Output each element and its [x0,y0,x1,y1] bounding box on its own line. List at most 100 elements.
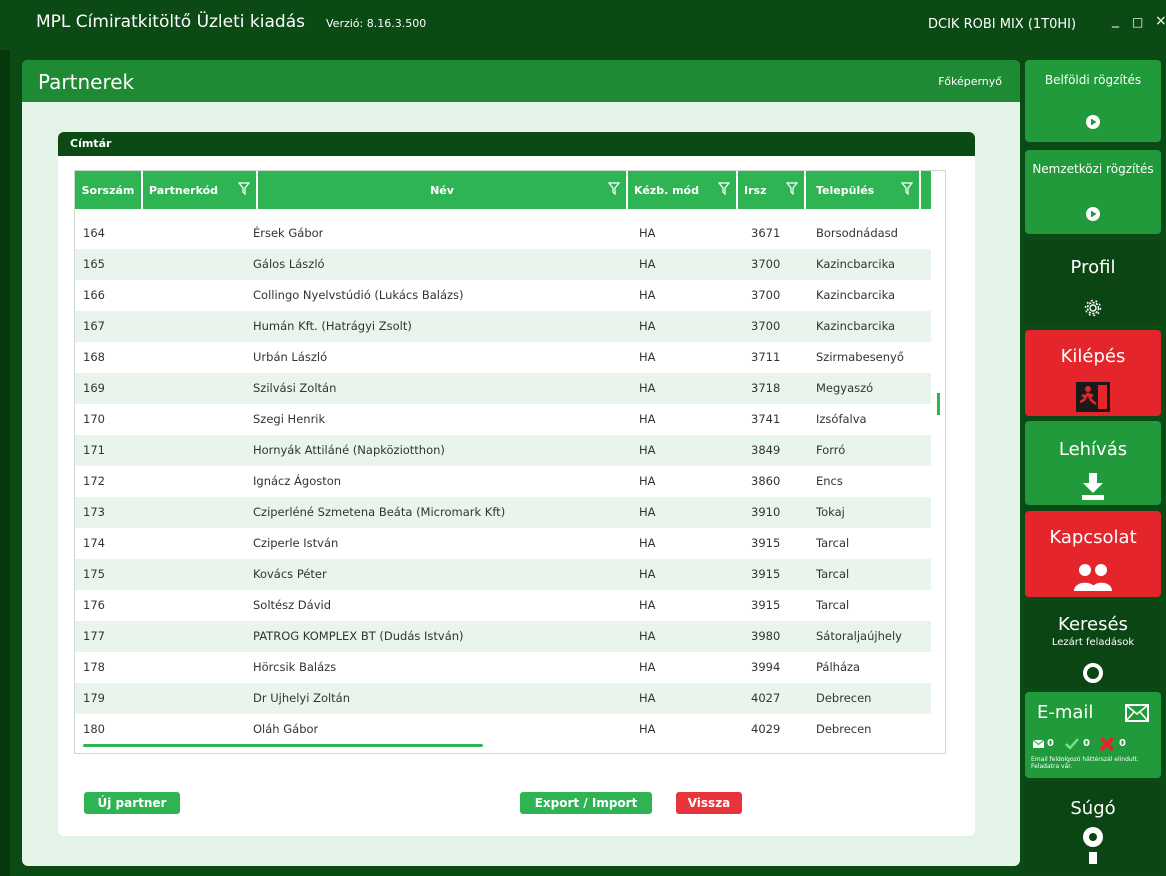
cell-irsz: 3599 [751,209,780,218]
title-bar: MPL Címiratkitöltő Üzleti kiadás Verzió:… [0,0,1166,50]
cell-kezb-mod: HA [639,412,656,426]
error-x-icon [1099,736,1115,752]
tile-label: Belföldi rögzítés [1044,73,1142,87]
cell-telepules: Tarcal [816,536,850,550]
exit-tile[interactable]: Kilépés [1025,330,1161,416]
cell-irsz: 3860 [751,474,781,488]
minimize-button[interactable]: _ [1112,12,1119,28]
new-partner-button[interactable]: Új partner [84,792,180,814]
exit-icon [1076,382,1110,412]
table-row[interactable]: 176Soltész DávidHA3915Tarcal39 [75,590,933,621]
table-row[interactable]: 163Varga CsabaHA3599Sajópüspöki35 [75,209,933,218]
cell-nev: Hörcsik Balázs [253,660,337,674]
cell-kezb-mod: HA [639,443,656,457]
cell-nev: Varga Csaba [253,209,325,218]
cell-telepules: Encs [816,474,843,488]
cell-irsz: 3915 [751,598,781,612]
table-row[interactable]: 168Urbán LászlóHA3711Szirmabesenyő37 [75,342,933,373]
cell-kezb-mod: HA [639,536,656,550]
cell-nev: Gálos László [253,257,325,271]
table-row[interactable]: 174Cziperle IstvánHA3915Tarcal39 [75,528,933,559]
cell-irsz: 4027 [751,691,781,705]
table-row[interactable]: 165Gálos LászlóHA3700Kazincbarcika37 [75,249,933,280]
filter-icon[interactable] [608,182,620,195]
search-icon [1083,663,1103,683]
tile-label: E-mail [1037,702,1094,723]
cell-sorszam: 168 [83,350,105,364]
table-row[interactable]: 164Érsek GáborHA3671Borsodnádasd36 [75,218,933,249]
back-button[interactable]: Vissza [676,792,742,814]
home-screen-link[interactable]: Főképernyő [938,75,1002,88]
table-row[interactable]: 171 Hornyák Attiláné (Napköziotthon) HA 384… [75,435,933,466]
table-row[interactable]: 177 PATROG KOMPLEX BT (Dudás István) HA 398… [75,621,933,652]
cell-irsz: 3915 [751,567,781,581]
horizontal-scrollbar[interactable] [75,739,933,753]
cell-nev: Érsek Gábor [253,226,324,240]
cell-telepules: Tokaj [816,505,845,519]
column-header-irsz[interactable]: Irsz [738,171,806,209]
filter-icon[interactable] [238,182,250,195]
close-button[interactable]: × [1155,13,1166,29]
cell-telepules: Borsodnádasd [816,226,898,240]
column-header-sorszam[interactable]: Sorszám [75,171,143,209]
app-version: Verzió: 8.16.3.500 [326,17,427,30]
table-row[interactable]: 166 Collingo Nyelvstúdió (Lukács Balázs) H… [75,280,933,311]
card-title: Címtár [70,137,112,150]
contact-tile[interactable]: Kapcsolat [1025,511,1161,597]
cell-kezb-mod: HA [639,288,656,302]
maximize-button[interactable]: □ [1132,15,1143,29]
domestic-entry-tile[interactable]: Belföldi rögzítés [1025,60,1161,142]
cell-irsz: 3910 [751,505,781,519]
profile-tile[interactable]: Profil [1025,240,1161,324]
vertical-scroll-thumb[interactable] [937,393,940,415]
table-row[interactable]: 173 Cziperléné Szmetena Beáta (Micromark … [75,497,933,528]
table-row[interactable]: 167 Humán Kft. (Hatrágyi Zsolt) HA 3700 Kazi… [75,311,933,342]
filter-icon[interactable] [718,182,730,195]
cell-sorszam: 170 [83,412,105,426]
cell-telepules: Pálháza [816,660,861,674]
table-row[interactable]: 175Kovács PéterHA3915Tarcal39 [75,559,933,590]
cell-kezb-mod: HA [639,350,656,364]
cell-telepules: Megyaszó [816,381,874,395]
email-error-count: 0 [1119,738,1126,749]
vertical-scrollbar[interactable] [931,171,945,741]
table-row[interactable]: 170Szegi HenrikHA3741Izsófalva37 [75,404,933,435]
cell-nev: Szilvási Zoltán [253,381,337,395]
cell-sorszam: 167 [83,319,105,333]
cell-sorszam: 164 [83,226,105,240]
international-entry-tile[interactable]: Nemzetközi rögzítés [1025,150,1161,234]
gear-icon [1084,299,1102,317]
download-icon [1082,473,1104,500]
tile-label: Keresés [1058,614,1128,635]
download-tile[interactable]: Lehívás [1025,421,1161,505]
cell-nev: Ignácz Ágoston [253,474,342,488]
cell-irsz: 3741 [751,412,781,426]
email-tile[interactable]: E-mail 0 0 0 Email feldolgozó háttérszál… [1025,692,1161,778]
horizontal-scroll-thumb[interactable] [83,744,483,747]
column-header-telepules[interactable]: Település [806,171,921,209]
filter-icon[interactable] [786,182,798,195]
column-header-partnerkod[interactable]: Partnerkód [143,171,258,209]
tile-label: Kilépés [1060,346,1126,367]
cell-sorszam: 176 [83,598,105,612]
table-row[interactable]: 178Hörcsik BalázsHA3994Pálháza39 [75,652,933,683]
cell-kezb-mod: HA [639,209,656,218]
column-header-nev[interactable]: Név [258,171,628,209]
filter-icon[interactable] [901,182,913,195]
table-row[interactable]: 179Dr Ujhelyi ZoltánHA4027Debrecen40 [75,683,933,714]
table-row[interactable]: 169Szilvási ZoltánHA3718Megyaszó37 [75,373,933,404]
cell-irsz: 3700 [751,257,781,271]
cell-nev: Szegi Henrik [253,412,326,426]
cell-telepules: Forró [816,443,846,457]
column-header-kezb-mod[interactable]: Kézb. mód [628,171,738,209]
help-tile[interactable]: Súgó [1025,782,1161,872]
search-tile[interactable]: Keresés Lezárt feladások [1025,601,1161,687]
cell-irsz: 3980 [751,629,781,643]
cell-kezb-mod: HA [639,505,656,519]
table-row[interactable]: 172Ignácz ÁgostonHA3860Encs38 [75,466,933,497]
table-row[interactable]: 180Oláh GáborHA4029Debrecen40 [75,714,933,741]
cell-irsz: 4029 [751,722,781,736]
email-status-note: Email feldolgozó háttérszál elindult. Fe… [1031,756,1139,770]
export-import-button[interactable]: Export / Import [520,792,652,814]
user-label: DCIK ROBI MIX (1T0HI) [928,17,1077,32]
